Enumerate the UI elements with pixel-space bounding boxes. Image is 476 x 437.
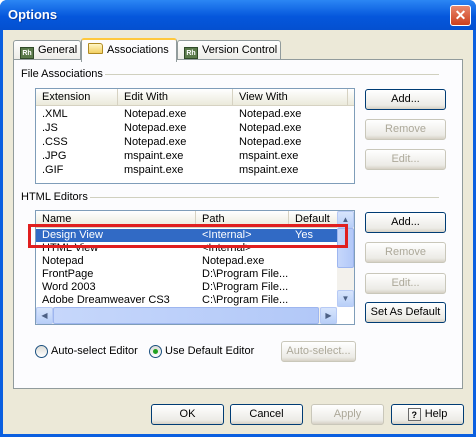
editor-add-button[interactable]: Add...: [365, 212, 446, 233]
cell-extension: .JPG: [42, 150, 67, 162]
cell-edit-with: mspaint.exe: [124, 164, 184, 176]
associations-panel: File Associations Extension Edit With Vi…: [13, 59, 463, 389]
horizontal-scrollbar[interactable]: ◀ ▶: [36, 307, 337, 324]
ok-button[interactable]: OK: [151, 404, 224, 425]
use-default-editor-radio[interactable]: [149, 345, 162, 358]
tab-label: Associations: [107, 44, 169, 56]
editor-remove-button[interactable]: Remove: [365, 242, 446, 263]
table-row[interactable]: Word 2003 D:\Program File...: [36, 281, 337, 294]
cell-name: Adobe Dreamweaver CS3: [42, 294, 170, 306]
cell-edit-with: mspaint.exe: [124, 150, 184, 162]
set-as-default-button[interactable]: Set As Default: [365, 302, 446, 323]
file-assoc-remove-button[interactable]: Remove: [365, 119, 446, 140]
editor-edit-button[interactable]: Edit...: [365, 273, 446, 294]
scroll-thumb[interactable]: [53, 307, 319, 324]
cell-view-with: Notepad.exe: [239, 108, 302, 120]
table-row[interactable]: FrontPage D:\Program File...: [36, 268, 337, 281]
help-button[interactable]: ? Help: [391, 404, 464, 425]
window-title: Options: [8, 7, 58, 22]
cell-path: D:\Program File...: [202, 281, 289, 293]
scroll-right-icon[interactable]: ▶: [320, 307, 337, 324]
rh-icon: Rh: [184, 47, 198, 59]
cell-edit-with: Notepad.exe: [124, 108, 187, 120]
table-row[interactable]: Adobe Dreamweaver CS3 C:\Program File...: [36, 294, 337, 306]
cell-view-with: mspaint.exe: [239, 164, 299, 176]
cancel-button[interactable]: Cancel: [230, 404, 303, 425]
rh-icon: Rh: [20, 47, 34, 59]
cell-extension: .JS: [42, 122, 58, 134]
cell-name: Notepad: [42, 255, 84, 267]
cell-path: C:\Program File...: [202, 294, 289, 306]
apply-button[interactable]: Apply: [311, 404, 384, 425]
column-header-extension[interactable]: Extension: [36, 89, 118, 106]
cell-edit-with: Notepad.exe: [124, 136, 187, 148]
cell-path: Notepad.exe: [202, 255, 265, 267]
close-button[interactable]: ✕: [450, 5, 471, 26]
cell-extension: .XML: [42, 108, 68, 120]
file-assoc-add-button[interactable]: Add...: [365, 89, 446, 110]
highlight-box: [28, 224, 348, 248]
file-assoc-edit-button[interactable]: Edit...: [365, 149, 446, 170]
options-dialog: Options ✕ Rh General Associations Rh Versi…: [0, 0, 476, 437]
cell-view-with: Notepad.exe: [239, 122, 302, 134]
file-associations-label: File Associations: [19, 68, 105, 80]
cell-edit-with: Notepad.exe: [124, 122, 187, 134]
column-header-view-with[interactable]: View With: [233, 89, 348, 106]
folder-icon: [88, 43, 103, 54]
cell-path: D:\Program File...: [202, 268, 289, 280]
scroll-down-icon[interactable]: ▼: [337, 290, 354, 307]
cell-view-with: mspaint.exe: [239, 150, 299, 162]
use-default-editor-label[interactable]: Use Default Editor: [165, 345, 254, 357]
tab-version-control[interactable]: Rh Version Control: [177, 40, 281, 60]
cell-extension: .CSS: [42, 136, 68, 148]
help-icon: ?: [407, 408, 421, 421]
file-associations-list[interactable]: Extension Edit With View With .XML Notep…: [35, 88, 355, 184]
cell-name: Word 2003: [42, 281, 96, 293]
cell-name: FrontPage: [42, 268, 94, 280]
scroll-left-icon[interactable]: ◀: [36, 307, 53, 324]
table-row[interactable]: .JPG mspaint.exe mspaint.exe: [36, 150, 354, 163]
table-row[interactable]: .CSS Notepad.exe Notepad.exe: [36, 136, 354, 149]
dialog-body: Rh General Associations Rh Version Control…: [3, 30, 473, 434]
title-bar[interactable]: Options ✕: [0, 0, 476, 30]
help-label: Help: [424, 408, 448, 420]
table-row[interactable]: .JS Notepad.exe Notepad.exe: [36, 122, 354, 135]
auto-select-button[interactable]: Auto-select...: [281, 341, 356, 362]
cell-view-with: Notepad.exe: [239, 136, 302, 148]
list-header: Extension Edit With View With: [36, 89, 354, 106]
column-header-edit-with[interactable]: Edit With: [118, 89, 233, 106]
html-editors-label: HTML Editors: [19, 191, 90, 203]
table-row[interactable]: .GIF mspaint.exe mspaint.exe: [36, 164, 354, 177]
auto-select-editor-label[interactable]: Auto-select Editor: [51, 345, 138, 357]
tab-general[interactable]: Rh General: [13, 40, 81, 60]
tab-associations[interactable]: Associations: [81, 38, 177, 62]
tab-label: Version Control: [202, 44, 278, 56]
auto-select-editor-radio[interactable]: [35, 345, 48, 358]
table-row[interactable]: .XML Notepad.exe Notepad.exe: [36, 108, 354, 121]
table-row[interactable]: Notepad Notepad.exe: [36, 255, 337, 268]
cell-extension: .GIF: [42, 164, 64, 176]
tab-label: General: [38, 44, 78, 56]
